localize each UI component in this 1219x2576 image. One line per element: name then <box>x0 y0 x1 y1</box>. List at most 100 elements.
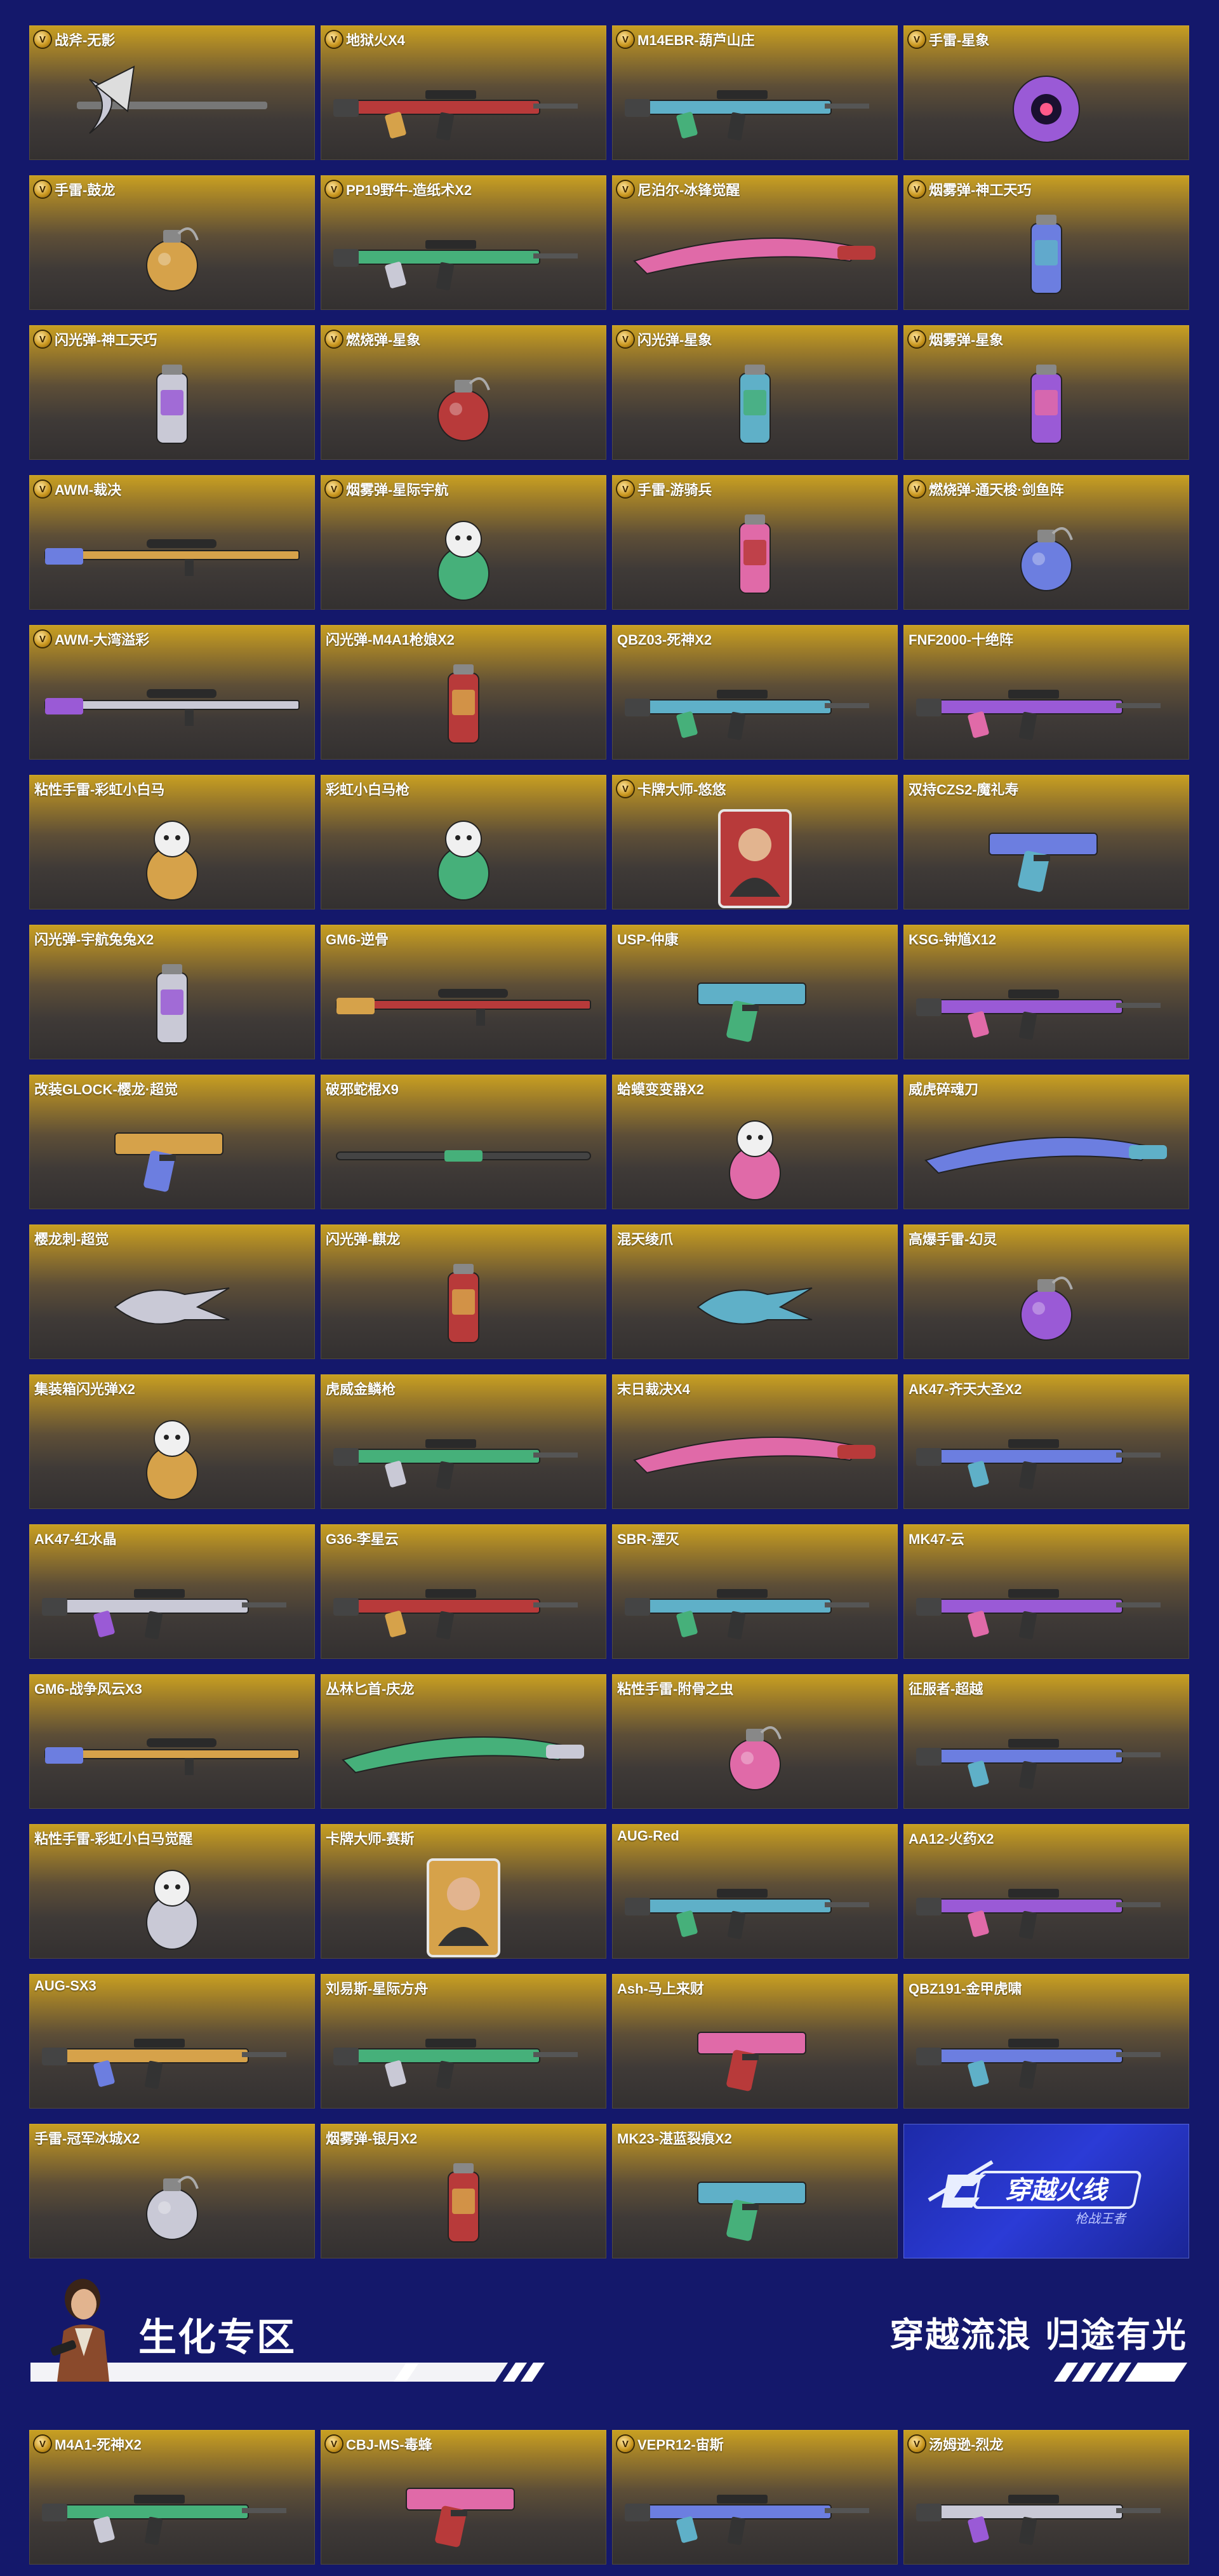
item-label: V M4A1-死神X2 <box>34 2434 142 2454</box>
item-card[interactable]: V VEPR12-宙斯 <box>612 2430 898 2565</box>
item-card[interactable]: 威虎碎魂刀 <box>903 1075 1189 1209</box>
item-name: QBZ191-金甲虎啸 <box>909 1981 1022 1997</box>
item-card[interactable]: V 手雷-星象 <box>903 25 1189 160</box>
item-card[interactable]: G36-李星云 <box>321 1524 606 1659</box>
item-card[interactable]: V AWM-大湾溢彩 <box>29 625 315 760</box>
item-card[interactable]: 丛林匕首-庆龙 <box>321 1674 606 1809</box>
item-card[interactable]: Ash-马上来财 <box>612 1974 898 2109</box>
item-name: AWM-大湾溢彩 <box>55 632 150 648</box>
item-name: GM6-战争风云X3 <box>34 1681 142 1697</box>
item-card[interactable]: 樱龙刺-超觉 <box>29 1224 315 1359</box>
item-card[interactable]: QBZ03-死神X2 <box>612 625 898 760</box>
item-card[interactable]: USP-仲康 <box>612 925 898 1059</box>
item-card[interactable]: V 燃烧弹-星象 <box>321 325 606 460</box>
v-rank-icon: V <box>326 31 342 48</box>
item-card[interactable]: 粘性手雷-附骨之虫 <box>612 1674 898 1809</box>
item-card[interactable]: 彩虹小白马枪 <box>321 775 606 909</box>
item-label: FNF2000-十绝阵 <box>909 629 1013 649</box>
item-card[interactable]: 蛤蟆变变器X2 <box>612 1075 898 1209</box>
item-name: 尼泊尔-冰锋觉醒 <box>637 182 740 198</box>
item-card[interactable]: V 燃烧弹-通天梭·剑鱼阵 <box>903 475 1189 610</box>
item-card[interactable]: V 战斧-无影 <box>29 25 315 160</box>
item-grid: V 战斧-无影 V 地狱火X4 V M14EBR-葫芦山庄 V 手雷-星象 V … <box>29 25 1189 2258</box>
item-name: 手雷-冠军冰城X2 <box>34 2131 140 2147</box>
item-label: AUG-SX3 <box>34 1978 97 1994</box>
item-name: 破邪蛇棍X9 <box>326 1082 399 1097</box>
item-card[interactable]: 手雷-冠军冰城X2 <box>29 2124 315 2258</box>
item-card[interactable]: V 烟雾弹-星象 <box>903 325 1189 460</box>
item-card[interactable]: GM6-逆骨 <box>321 925 606 1059</box>
item-card[interactable]: 破邪蛇棍X9 <box>321 1075 606 1209</box>
item-card[interactable]: 高爆手雷-幻灵 <box>903 1224 1189 1359</box>
item-card[interactable]: V 烟雾弹-神工天巧 <box>903 175 1189 310</box>
item-label: V 手雷-鼓龙 <box>34 179 115 199</box>
item-label: V 战斧-无影 <box>34 29 115 50</box>
item-card[interactable]: V 地狱火X4 <box>321 25 606 160</box>
item-card[interactable]: MK47-云 <box>903 1524 1189 1659</box>
item-card[interactable]: V AWM-裁决 <box>29 475 315 610</box>
item-card[interactable]: 征服者-超越 <box>903 1674 1189 1809</box>
item-card[interactable]: 闪光弹-M4A1枪娘X2 <box>321 625 606 760</box>
item-card[interactable]: 卡牌大师-赛斯 <box>321 1824 606 1959</box>
item-card[interactable]: V 手雷-游骑兵 <box>612 475 898 610</box>
item-card[interactable]: 粘性手雷-彩虹小白马觉醒 <box>29 1824 315 1959</box>
item-label: 闪光弹-麒龙 <box>326 1228 400 1249</box>
item-name: 燃烧弹-通天梭·剑鱼阵 <box>929 482 1064 498</box>
item-label: 集装箱闪光弹X2 <box>34 1378 135 1399</box>
item-card[interactable]: 闪光弹-麒龙 <box>321 1224 606 1359</box>
v-rank-icon: V <box>34 2436 51 2452</box>
item-label: V AWM-大湾溢彩 <box>34 629 149 649</box>
item-card[interactable]: AA12-火药X2 <box>903 1824 1189 1959</box>
item-card[interactable]: V 尼泊尔-冰锋觉醒 <box>612 175 898 310</box>
item-label: AUG-Red <box>617 1828 679 1844</box>
item-name: 刘易斯-星际方舟 <box>326 1981 429 1997</box>
item-card[interactable]: 刘易斯-星际方舟 <box>321 1974 606 2109</box>
item-name: 手雷-游骑兵 <box>637 482 712 498</box>
item-card[interactable]: V 手雷-鼓龙 <box>29 175 315 310</box>
item-name: SBR-湮灭 <box>617 1531 679 1547</box>
item-label: 蛤蟆变变器X2 <box>617 1078 704 1099</box>
item-card[interactable]: 末日裁决X4 <box>612 1374 898 1509</box>
item-card[interactable]: V PP19野牛-造纸术X2 <box>321 175 606 310</box>
item-name: 粘性手雷-彩虹小白马 <box>34 782 165 798</box>
item-card[interactable]: AUG-SX3 <box>29 1974 315 2109</box>
item-label: 樱龙刺-超觉 <box>34 1228 109 1249</box>
item-card[interactable]: MK23-湛蓝裂痕X2 <box>612 2124 898 2258</box>
item-card[interactable]: 混天绫爪 <box>612 1224 898 1359</box>
item-name: Ash-马上来财 <box>617 1981 704 1997</box>
item-label: 虎威金鳞枪 <box>326 1378 396 1399</box>
item-name: 手雷-鼓龙 <box>55 182 116 198</box>
item-label: KSG-钟馗X12 <box>909 929 996 949</box>
item-name: 彩虹小白马枪 <box>326 782 410 798</box>
item-label: 卡牌大师-赛斯 <box>326 1828 414 1848</box>
item-card[interactable]: V 闪光弹-星象 <box>612 325 898 460</box>
item-name: M4A1-死神X2 <box>55 2437 142 2453</box>
item-card[interactable]: GM6-战争风云X3 <box>29 1674 315 1809</box>
item-card[interactable]: SBR-湮灭 <box>612 1524 898 1659</box>
item-card[interactable]: QBZ191-金甲虎啸 <box>903 1974 1189 2109</box>
item-card[interactable]: V 汤姆逊-烈龙 <box>903 2430 1189 2565</box>
item-card[interactable]: AUG-Red <box>612 1824 898 1959</box>
item-name: AK47-红水晶 <box>34 1531 117 1547</box>
item-card[interactable]: 粘性手雷-彩虹小白马 <box>29 775 315 909</box>
item-card[interactable]: 闪光弹-宇航兔兔X2 <box>29 925 315 1059</box>
item-label: V 闪光弹-星象 <box>617 329 712 349</box>
item-name: AUG-SX3 <box>34 1978 97 1994</box>
item-card[interactable]: V 闪光弹-神工天巧 <box>29 325 315 460</box>
item-card[interactable]: AK47-红水晶 <box>29 1524 315 1659</box>
item-card[interactable]: V 卡牌大师-悠悠 <box>612 775 898 909</box>
item-label: V PP19野牛-造纸术X2 <box>326 179 472 199</box>
item-card[interactable]: V M4A1-死神X2 <box>29 2430 315 2565</box>
item-card[interactable]: FNF2000-十绝阵 <box>903 625 1189 760</box>
item-card[interactable]: V M14EBR-葫芦山庄 <box>612 25 898 160</box>
item-card[interactable]: 虎威金鳞枪 <box>321 1374 606 1509</box>
item-card[interactable]: KSG-钟馗X12 <box>903 925 1189 1059</box>
item-label: AA12-火药X2 <box>909 1828 994 1848</box>
item-card[interactable]: 烟雾弹-银月X2 <box>321 2124 606 2258</box>
item-card[interactable]: AK47-齐天大圣X2 <box>903 1374 1189 1509</box>
item-card[interactable]: 集装箱闪光弹X2 <box>29 1374 315 1509</box>
item-card[interactable]: V 烟雾弹-星际宇航 <box>321 475 606 610</box>
item-card[interactable]: 双持CZS2-魔礼寿 <box>903 775 1189 909</box>
item-card[interactable]: 改装GLOCK-樱龙·超觉 <box>29 1075 315 1209</box>
item-card[interactable]: V CBJ-MS-毒蜂 <box>321 2430 606 2565</box>
